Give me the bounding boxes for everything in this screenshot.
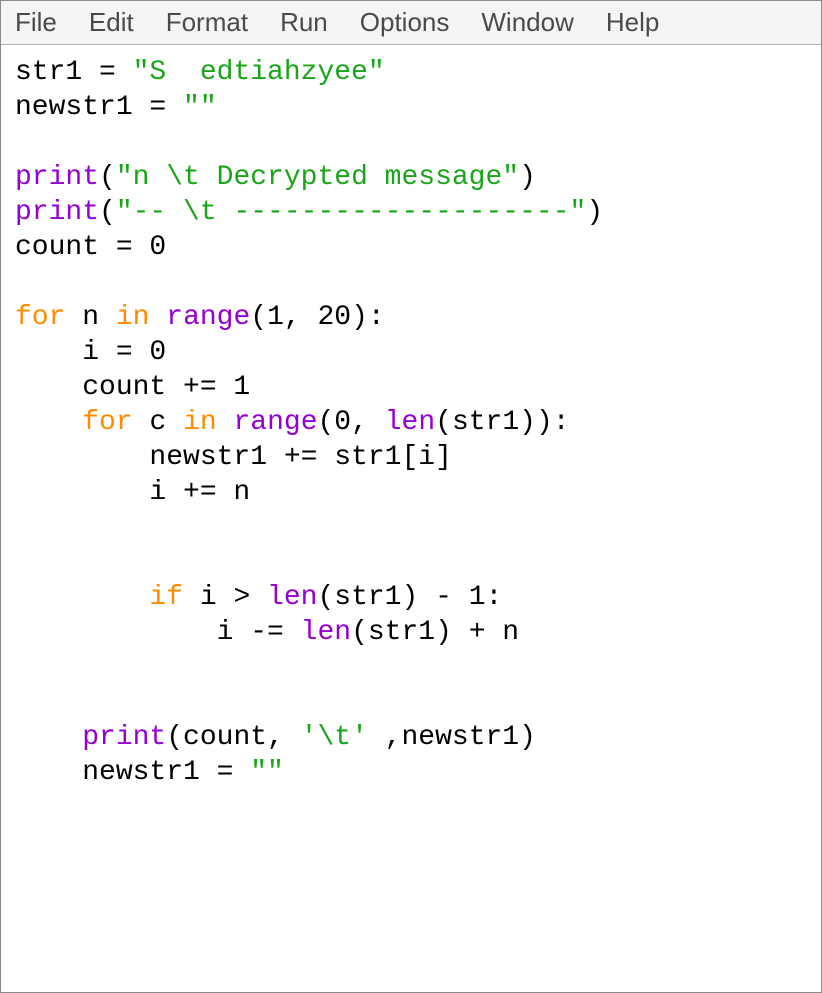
menu-run[interactable]: Run [276,5,332,40]
code-line: count += 1 [15,372,250,403]
code-editor[interactable]: str1 = "S edtiahzyee" newstr1 = "" print… [1,45,821,992]
code-line: for n in range(1, 20): [15,302,385,333]
code-line: newstr1 = "" [15,757,284,788]
code-line: if i > len(str1) - 1: [15,582,502,613]
code-line: count = 0 [15,232,166,263]
code-line: newstr1 += str1[i] [15,442,452,473]
code-line: str1 = "S edtiahzyee" [15,57,385,88]
menu-window[interactable]: Window [477,5,577,40]
code-line: i -= len(str1) + n [15,617,519,648]
editor-window: File Edit Format Run Options Window Help… [0,0,822,993]
code-line: i += n [15,477,250,508]
code-line: newstr1 = "" [15,92,217,123]
code-line: print(count, '\t' ,newstr1) [15,722,536,753]
menubar: File Edit Format Run Options Window Help [1,1,821,45]
menu-format[interactable]: Format [162,5,252,40]
menu-edit[interactable]: Edit [85,5,138,40]
code-line: print("n \t Decrypted message") [15,162,536,193]
code-line: for c in range(0, len(str1)): [15,407,570,438]
menu-options[interactable]: Options [356,5,454,40]
code-line: print("-- \t --------------------") [15,197,603,228]
menu-help[interactable]: Help [602,5,663,40]
code-line: i = 0 [15,337,166,368]
menu-file[interactable]: File [11,5,61,40]
